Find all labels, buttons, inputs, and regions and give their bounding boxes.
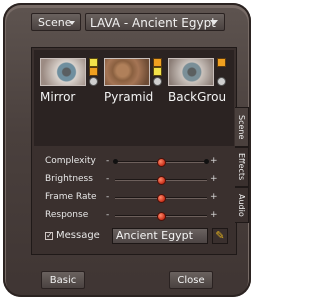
tab-label: Effects bbox=[237, 153, 246, 181]
complexity-slider-knob[interactable] bbox=[156, 158, 166, 167]
layer-toggle-dot[interactable] bbox=[217, 77, 226, 86]
message-row: ✓ Message Ancient Egypt ✎ bbox=[32, 227, 236, 247]
slider-label: Brightness bbox=[45, 174, 93, 184]
layer-color-swatch[interactable] bbox=[217, 58, 226, 67]
response-slider-knob[interactable] bbox=[156, 212, 166, 221]
scene-menu-button[interactable]: Scene bbox=[31, 13, 81, 31]
message-label: Message bbox=[56, 230, 100, 241]
pyramid-thumbnail[interactable] bbox=[104, 58, 150, 86]
message-checkbox[interactable]: ✓ bbox=[45, 232, 53, 240]
tab-audio[interactable]: Audio bbox=[235, 187, 249, 223]
slider-endpoint bbox=[204, 159, 209, 164]
thumbnail-area: Mirror Pyramid BackGrou bbox=[34, 50, 234, 146]
slider-plus[interactable]: + bbox=[210, 208, 218, 222]
tab-scene[interactable]: Scene bbox=[235, 107, 249, 147]
thumbnail-label: Mirror bbox=[40, 90, 76, 104]
slider-label: Frame Rate bbox=[45, 192, 97, 202]
tab-effects[interactable]: Effects bbox=[235, 147, 249, 187]
close-button[interactable]: Close bbox=[169, 271, 213, 289]
brightness-slider-knob[interactable] bbox=[156, 176, 166, 185]
brightness-slider-row: Brightness - + bbox=[32, 172, 236, 186]
message-text-field[interactable]: Ancient Egypt bbox=[112, 228, 208, 244]
slider-plus[interactable]: + bbox=[210, 190, 218, 204]
chevron-down-icon bbox=[210, 20, 218, 25]
slider-label: Complexity bbox=[45, 156, 96, 166]
chevron-down-icon bbox=[69, 21, 75, 25]
layer-color-swatch[interactable] bbox=[153, 67, 162, 76]
frame-rate-slider-knob[interactable] bbox=[156, 194, 166, 203]
preset-value: LAVA - Ancient Egypt bbox=[90, 16, 216, 30]
visualizer-window: Scene LAVA - Ancient Egypt Mirror Pyrami… bbox=[3, 3, 251, 297]
scene-menu-label: Scene bbox=[38, 16, 72, 29]
slider-plus[interactable]: + bbox=[210, 154, 218, 168]
complexity-slider-row: Complexity - + bbox=[32, 154, 236, 168]
slider-minus[interactable]: - bbox=[106, 208, 109, 222]
tab-label: Audio bbox=[237, 193, 246, 217]
slider-plus[interactable]: + bbox=[210, 172, 218, 186]
slider-endpoint bbox=[113, 159, 118, 164]
thumbnail-label: Pyramid bbox=[104, 90, 154, 104]
tab-label: Scene bbox=[237, 114, 246, 140]
mirror-thumbnail[interactable] bbox=[40, 58, 86, 86]
slider-label: Response bbox=[45, 210, 89, 220]
slider-minus[interactable]: - bbox=[106, 190, 109, 204]
preset-dropdown[interactable]: LAVA - Ancient Egypt bbox=[85, 13, 225, 31]
scene-panel: Mirror Pyramid BackGrou Complexity - + B… bbox=[31, 47, 237, 255]
pencil-icon[interactable]: ✎ bbox=[212, 228, 228, 244]
layer-color-swatch[interactable] bbox=[153, 58, 162, 67]
slider-minus[interactable]: - bbox=[106, 154, 109, 168]
layer-color-swatch[interactable] bbox=[89, 58, 98, 67]
slider-minus[interactable]: - bbox=[106, 172, 109, 186]
response-slider-row: Response - + bbox=[32, 208, 236, 222]
basic-button[interactable]: Basic bbox=[41, 271, 85, 289]
frame-rate-slider-row: Frame Rate - + bbox=[32, 190, 236, 204]
layer-color-swatch[interactable] bbox=[89, 67, 98, 76]
thumbnail-label: BackGrou bbox=[168, 90, 227, 104]
layer-toggle-dot[interactable] bbox=[153, 77, 162, 86]
top-bar: Scene LAVA - Ancient Egypt bbox=[3, 3, 251, 39]
layer-toggle-dot[interactable] bbox=[89, 77, 98, 86]
background-thumbnail[interactable] bbox=[168, 58, 214, 86]
